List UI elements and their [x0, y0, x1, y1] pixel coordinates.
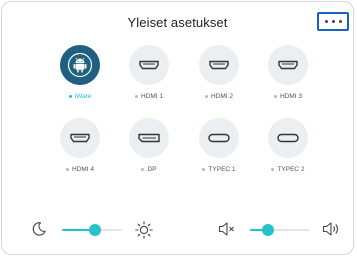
displayport-icon: [138, 133, 160, 143]
speaker-loud-icon[interactable]: [322, 221, 342, 237]
source-label: HDMI 3: [248, 93, 328, 100]
source-icon-circle: [60, 118, 100, 158]
source-hdmi-4[interactable]: HDMI 4: [50, 118, 110, 182]
source-icon-circle: [199, 118, 239, 158]
source-icon-circle: [199, 45, 239, 85]
source-label: HDMI 4: [40, 166, 120, 173]
source-hdmi-2[interactable]: HDMI 2: [189, 45, 249, 109]
speaker-mute-icon[interactable]: [218, 221, 236, 237]
source-icon-circle: [268, 118, 308, 158]
source-hdmi-1[interactable]: HDMI 1: [119, 45, 179, 109]
source-iware[interactable]: iWare: [50, 45, 110, 109]
hdmi-port-icon: [278, 60, 298, 70]
source-typec-2[interactable]: TYPEC 2: [258, 118, 318, 182]
more-horizontal-icon: [324, 20, 328, 23]
hdmi-port-icon: [209, 60, 229, 70]
sun-icon[interactable]: [135, 221, 153, 239]
settings-panel: Yleiset asetukset iWare HDMI 1 HDMI 2 HD…: [1, 1, 354, 255]
more-options-button[interactable]: [317, 12, 349, 31]
source-label: TYPEC 2: [248, 166, 328, 173]
source-label: DP: [109, 166, 189, 173]
hdmi-port-icon: [70, 133, 90, 143]
source-hdmi-3[interactable]: HDMI 3: [258, 45, 318, 109]
source-label: HDMI 2: [179, 93, 259, 100]
source-label: HDMI 1: [109, 93, 189, 100]
usb-c-port-icon: [208, 133, 230, 143]
source-typec-1[interactable]: TYPEC 1: [189, 118, 249, 182]
android-icon: [67, 52, 93, 78]
source-icon-circle: [129, 45, 169, 85]
brightness-slider[interactable]: [62, 223, 122, 237]
hdmi-port-icon: [139, 60, 159, 70]
source-dp[interactable]: DP: [119, 118, 179, 182]
source-icon-circle: [60, 45, 100, 85]
source-icon-circle: [268, 45, 308, 85]
moon-icon[interactable]: [31, 221, 47, 237]
usb-c-port-icon: [277, 133, 299, 143]
volume-slider-knob[interactable]: [262, 224, 274, 236]
panel-title: Yleiset asetukset: [127, 15, 228, 30]
source-label: iWare: [40, 93, 120, 100]
source-icon-circle: [129, 118, 169, 158]
brightness-slider-knob[interactable]: [89, 224, 101, 236]
volume-slider[interactable]: [250, 223, 310, 237]
source-label: TYPEC 1: [179, 166, 259, 173]
